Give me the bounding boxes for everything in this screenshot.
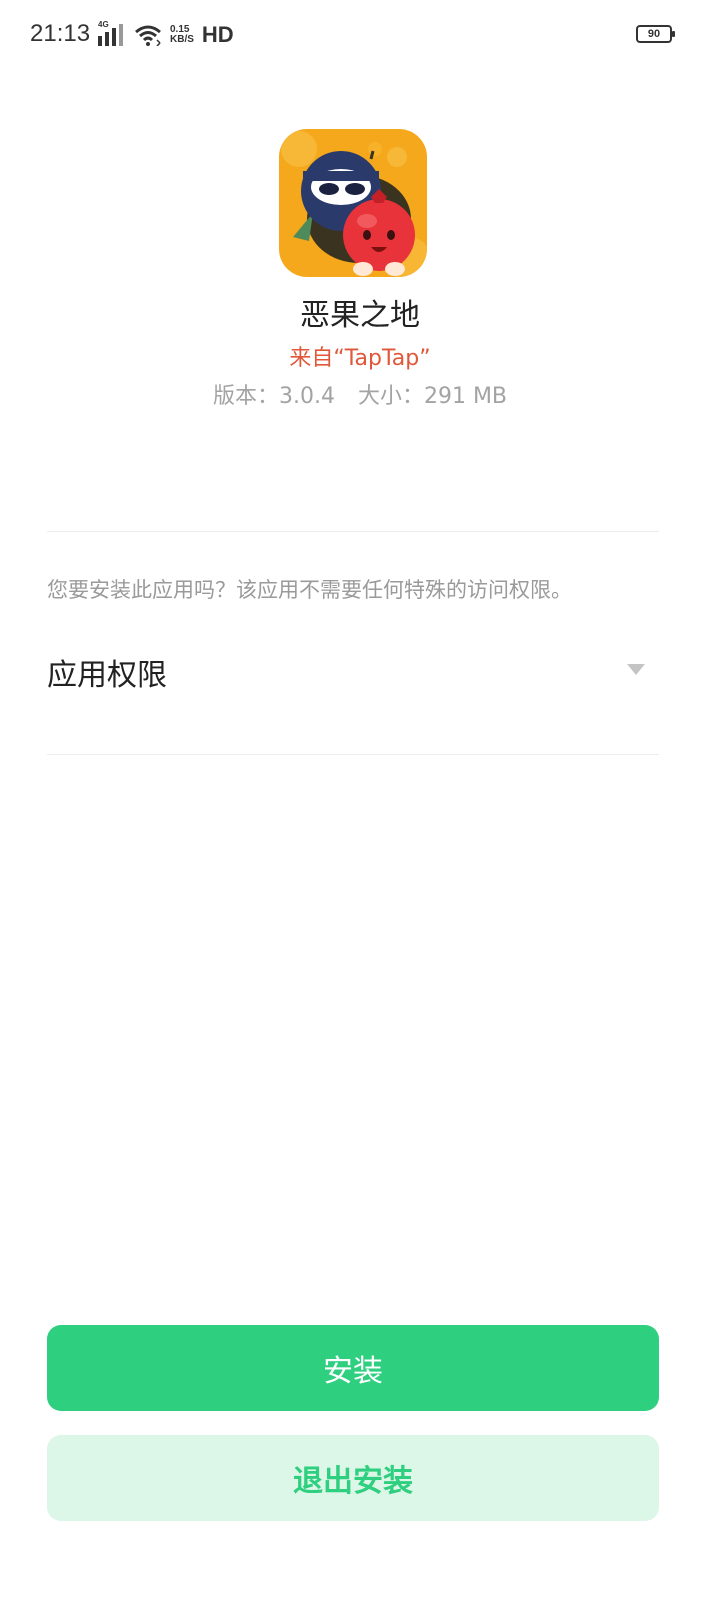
game-app-icon: [279, 129, 427, 277]
divider-top: [47, 531, 659, 532]
permissions-label: 应用权限: [47, 658, 167, 693]
wifi-icon: [135, 25, 161, 46]
battery-level: 90: [647, 28, 661, 40]
app-size: 大小：291 MB: [357, 384, 508, 409]
install-button[interactable]: 安装: [47, 1325, 659, 1411]
install-question: 您要安装此应用吗？该应用不需要任何特殊的访问权限。: [47, 578, 572, 602]
app-version: 版本：3.0.4: [212, 384, 335, 409]
permissions-toggle[interactable]: 应用权限: [47, 640, 659, 706]
network-speed: 0.15 KB/S: [170, 24, 194, 45]
cell-signal-icon: 4G: [98, 20, 126, 46]
network-type: 4G: [98, 20, 109, 29]
install-screen: 21:13 4G 0.15 KB/S HD 90 恶果之地 来自“TapTap”…: [0, 0, 720, 1600]
divider-bottom: [47, 754, 659, 755]
status-icons: 4G 0.15 KB/S HD: [98, 20, 234, 48]
app-name: 恶果之地: [300, 298, 420, 333]
status-bar: 21:13 4G 0.15 KB/S HD 90: [0, 0, 720, 72]
hd-indicator: HD: [201, 22, 234, 47]
cancel-install-button[interactable]: 退出安装: [47, 1435, 659, 1521]
status-time: 21:13: [30, 20, 91, 47]
app-meta: 版本：3.0.4 大小：291 MB: [0, 378, 720, 410]
battery-icon: 90: [636, 25, 675, 43]
chevron-down-icon: [627, 664, 645, 675]
app-source: 来自“TapTap”: [289, 346, 431, 371]
